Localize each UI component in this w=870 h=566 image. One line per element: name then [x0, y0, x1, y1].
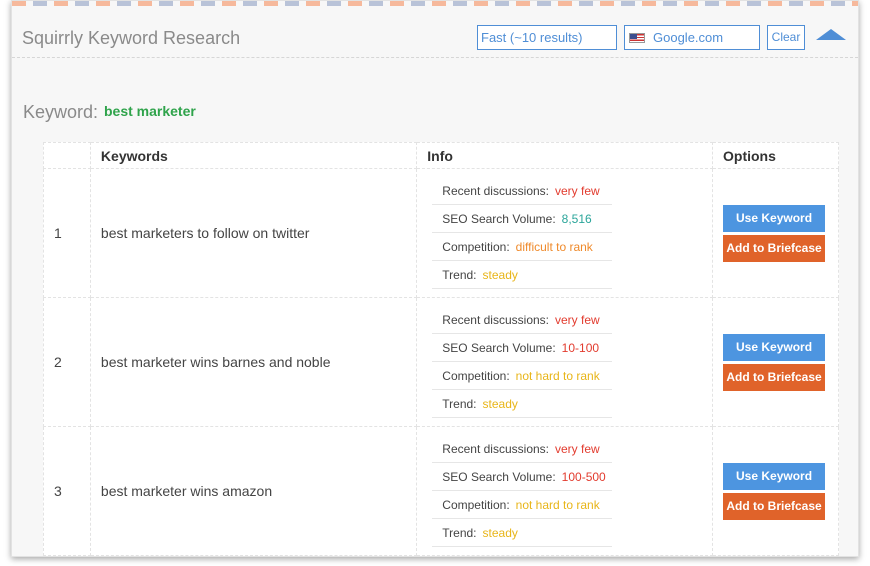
info-label: Competition:: [442, 498, 510, 512]
results-mode-select[interactable]: Fast (~10 results): [477, 25, 617, 50]
options-cell: Use Keyword Add to Briefcase: [712, 426, 839, 556]
info-search-volume: SEO Search Volume: 10-100: [432, 334, 613, 362]
panel-title: Squirrly Keyword Research: [22, 28, 241, 48]
row-number: 3: [43, 426, 91, 556]
info-value: very few: [555, 313, 600, 327]
info-search-volume: SEO Search Volume: 100-500: [432, 463, 613, 491]
add-to-briefcase-button[interactable]: Add to Briefcase: [723, 492, 826, 520]
use-keyword-button[interactable]: Use Keyword: [723, 333, 826, 361]
keyword-cell: best marketer wins barnes and noble: [89, 297, 418, 427]
info-value: steady: [482, 526, 518, 540]
add-to-briefcase-button[interactable]: Add to Briefcase: [723, 234, 826, 262]
info-label: Trend:: [442, 397, 477, 411]
keyword-label: Keyword:: [23, 102, 99, 122]
info-trend: Trend: steady: [432, 519, 613, 547]
info-value: steady: [482, 397, 518, 411]
add-to-briefcase-button[interactable]: Add to Briefcase: [723, 363, 826, 391]
info-label: Competition:: [442, 240, 510, 254]
clear-button[interactable]: Clear: [767, 25, 805, 50]
info-value: steady: [482, 268, 518, 282]
info-label: SEO Search Volume:: [442, 470, 556, 484]
column-header-number: [43, 142, 91, 169]
info-label: SEO Search Volume:: [442, 212, 556, 226]
info-label: Recent discussions:: [442, 313, 549, 327]
table-row: 2 best marketer wins barnes and noble Re…: [43, 297, 839, 427]
info-discussions: Recent discussions: very few: [432, 435, 613, 463]
info-value: not hard to rank: [515, 369, 600, 383]
column-header-info: Info: [416, 142, 714, 169]
info-competition: Competition: not hard to rank: [432, 362, 613, 390]
info-cell: Recent discussions: very few SEO Search V…: [416, 297, 714, 427]
table-row: 1 best marketers to follow on twitter Re…: [43, 168, 839, 298]
info-value: 10-100: [561, 341, 600, 355]
options-cell: Use Keyword Add to Briefcase: [712, 168, 839, 298]
search-engine-select[interactable]: Google.com: [624, 25, 760, 50]
info-label: Trend:: [442, 268, 477, 282]
info-cell: Recent discussions: very few SEO Search V…: [416, 426, 714, 556]
info-list: Recent discussions: very few SEO Search V…: [432, 306, 613, 418]
keyword-cell: best marketers to follow on twitter: [89, 168, 418, 298]
info-competition: Competition: not hard to rank: [432, 491, 613, 519]
info-discussions: Recent discussions: very few: [432, 306, 613, 334]
info-value: very few: [555, 442, 600, 456]
info-label: Recent discussions:: [442, 442, 549, 456]
info-trend: Trend: steady: [432, 390, 613, 418]
info-search-volume: SEO Search Volume: 8,516: [432, 205, 613, 233]
info-value: very few: [555, 184, 600, 198]
row-number: 1: [43, 168, 91, 298]
keyword-cell: best marketer wins amazon: [89, 426, 418, 556]
info-label: Competition:: [442, 369, 510, 383]
us-flag-icon: [629, 33, 645, 43]
keyword-value: best marketer: [104, 103, 196, 119]
info-label: SEO Search Volume:: [442, 341, 556, 355]
search-engine-label: Google.com: [653, 30, 724, 45]
row-number: 2: [43, 297, 91, 427]
use-keyword-button[interactable]: Use Keyword: [723, 204, 826, 232]
info-trend: Trend: steady: [432, 261, 613, 289]
keyword-research-panel: Squirrly Keyword Research Fast (~10 resu…: [11, 0, 859, 557]
info-cell: Recent discussions: very few SEO Search V…: [416, 168, 714, 298]
table-row: 3 best marketer wins amazon Recent discu…: [43, 426, 839, 556]
results-table: Keywords Info Options 1 best marketers t…: [43, 142, 839, 556]
info-competition: Competition: difficult to rank: [432, 233, 613, 261]
info-list: Recent discussions: very few SEO Search V…: [432, 435, 613, 547]
column-header-keywords: Keywords: [89, 142, 418, 169]
info-value: not hard to rank: [515, 498, 600, 512]
info-label: Trend:: [442, 526, 477, 540]
use-keyword-button[interactable]: Use Keyword: [723, 462, 826, 490]
keyword-row: Keyword: best marketer: [23, 102, 196, 123]
info-list: Recent discussions: very few SEO Search V…: [432, 177, 613, 289]
options-cell: Use Keyword Add to Briefcase: [712, 297, 839, 427]
collapse-arrow-icon[interactable]: [816, 29, 846, 40]
info-value: 100-500: [561, 470, 606, 484]
panel-header: Squirrly Keyword Research Fast (~10 resu…: [12, 6, 858, 58]
info-value: difficult to rank: [515, 240, 593, 254]
column-header-options: Options: [712, 142, 839, 169]
info-discussions: Recent discussions: very few: [432, 177, 613, 205]
info-value: 8,516: [561, 212, 592, 226]
table-header-row: Keywords Info Options: [43, 142, 839, 169]
info-label: Recent discussions:: [442, 184, 549, 198]
